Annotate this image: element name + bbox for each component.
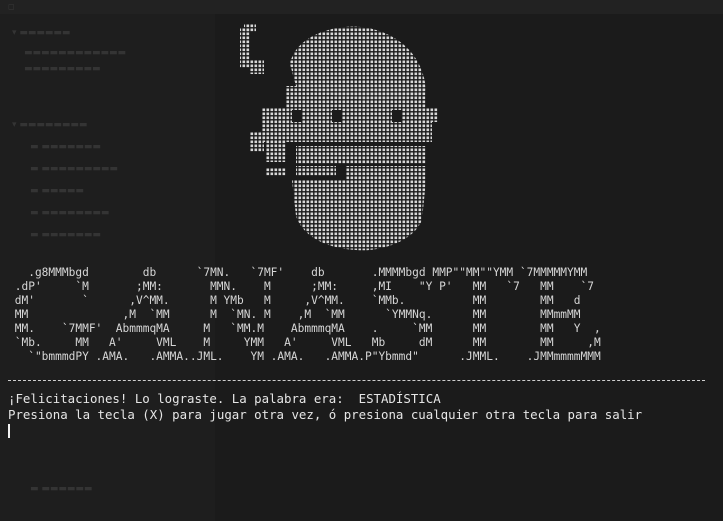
ascii-art-drawing (240, 24, 438, 251)
dashed-separator (8, 380, 705, 382)
congratulations-message: ¡Felicitaciones! Lo lograste. La palabra… (8, 391, 441, 406)
banner-line: `Mb. MM A' VML M YMM A' VML Mb dM MM MM … (8, 336, 601, 349)
banner-line: MM ,M `MM M `MN. M ,M `MM `YMMNq. MM MMm… (8, 308, 581, 321)
game-title-banner: .g8MMMbgd db `7MN. `7MF' db .MMMMbgd MMP… (8, 266, 601, 364)
ascii-art-illustration (226, 20, 466, 258)
banner-line: .dP' `M ;MM: MMN. M ;MM: ,MI "Y P' MM `7… (8, 280, 594, 293)
banner-line: dM' ` ,V^MM. M YMb M ,V^MM. `MMb. MM MM … (8, 294, 581, 307)
banner-line: `"bmmmdPY .AMA. .AMMA..JML. YM .AMA. .AM… (8, 350, 601, 363)
play-again-prompt: Presiona la tecla (X) para jugar otra ve… (8, 407, 643, 422)
terminal-window[interactable]: .g8MMMbgd db `7MN. `7MF' db .MMMMbgd MMP… (0, 0, 723, 521)
banner-line: MM. `7MMF' AbmmmqMA M `MM.M AbmmmqMA . `… (8, 322, 601, 335)
banner-line: .g8MMMbgd db `7MN. `7MF' db .MMMMbgd MMP… (8, 266, 588, 279)
text-cursor[interactable] (8, 424, 10, 438)
